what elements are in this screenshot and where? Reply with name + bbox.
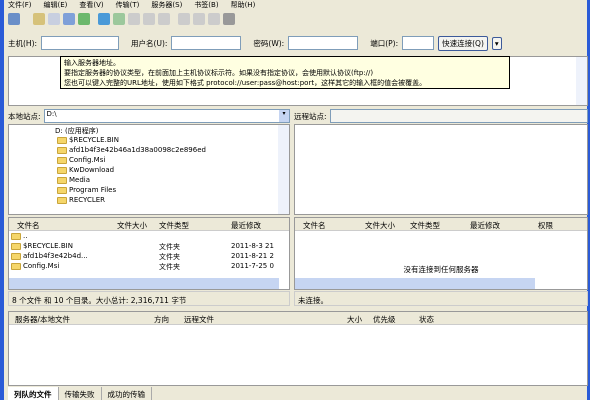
compare-icon[interactable] xyxy=(193,13,205,25)
local-path: D:\ xyxy=(46,110,57,118)
tab-successful-transfers[interactable]: 成功的传输 xyxy=(102,387,152,400)
refresh-icon[interactable] xyxy=(98,13,110,25)
col-modified[interactable]: 最近修改 xyxy=(231,220,261,231)
toolbar xyxy=(8,11,235,27)
remote-status: 未连接。 xyxy=(294,291,588,306)
remote-path-input[interactable] xyxy=(329,109,588,123)
toggle-queue-icon[interactable] xyxy=(78,13,90,25)
not-connected-message: 没有连接到任何服务器 xyxy=(403,265,479,274)
pass-label: 密码(W): xyxy=(253,38,285,48)
toggle-log-icon[interactable] xyxy=(33,13,45,25)
local-site-label: 本地站点: xyxy=(8,111,41,121)
menu-transfer[interactable]: 传输(T) xyxy=(116,0,140,10)
process-queue-icon[interactable] xyxy=(113,13,125,25)
menu-bar: 文件(F) 编辑(E) 查看(V) 传输(T) 服务器(S) 书签(B) 帮助(… xyxy=(8,0,255,10)
toggle-tree-icon[interactable] xyxy=(48,13,60,25)
menu-server[interactable]: 服务器(S) xyxy=(151,0,182,10)
port-label: 端口(P): xyxy=(370,38,399,48)
tree-scrollbar[interactable] xyxy=(278,125,289,214)
col-priority[interactable]: 优先级 xyxy=(373,314,396,325)
menu-bookmarks[interactable]: 书签(B) xyxy=(194,0,218,10)
tree-item[interactable]: afd1b4f3e42b46a1d38a0098c2e896ed xyxy=(45,145,289,155)
menu-edit[interactable]: 编辑(E) xyxy=(44,0,68,10)
col-remote-file[interactable]: 远程文件 xyxy=(184,314,214,325)
sync-browse-icon[interactable] xyxy=(208,13,220,25)
chevron-down-icon[interactable]: ▾ xyxy=(279,110,289,122)
tree-item[interactable]: $RECYCLE.BIN xyxy=(45,135,289,145)
file-row[interactable]: Config.Msi 文件夹 2011-7-25 0 xyxy=(9,261,289,271)
col-size[interactable]: 大小 xyxy=(347,314,362,325)
col-filename[interactable]: 文件名 xyxy=(303,220,326,231)
col-modified[interactable]: 最近修改 xyxy=(470,220,500,231)
tree-item[interactable]: Media xyxy=(45,175,289,185)
site-manager-icon[interactable] xyxy=(8,13,20,25)
tab-failed-transfers[interactable]: 传输失败 xyxy=(59,387,102,400)
local-path-input[interactable]: D:\ ▾ xyxy=(43,109,290,123)
file-row[interactable]: .. xyxy=(9,231,289,241)
disconnect-icon[interactable] xyxy=(143,13,155,25)
menu-help[interactable]: 帮助(H) xyxy=(231,0,256,10)
filter-icon[interactable] xyxy=(178,13,190,25)
remote-site-label: 远程站点: xyxy=(294,111,327,121)
file-row[interactable]: $RECYCLE.BIN 文件夹 2011-8-3 21 xyxy=(9,241,289,251)
quickconnect-button[interactable]: 快速连接(Q) xyxy=(438,35,488,51)
user-label: 用户名(U): xyxy=(131,38,168,48)
col-direction[interactable]: 方向 xyxy=(154,314,169,325)
tree-item[interactable]: Program Files xyxy=(45,185,289,195)
filezilla-window: 文件(F) 编辑(E) 查看(V) 传输(T) 服务器(S) 书签(B) 帮助(… xyxy=(0,0,590,400)
queue-tabs: 列队的文件 传输失败 成功的传输 xyxy=(8,387,152,400)
cancel-icon[interactable] xyxy=(128,13,140,25)
tooltip-line: 您也可以键入完整的URL地址，使用如下格式 protocol://user:pa… xyxy=(64,79,427,87)
port-input[interactable] xyxy=(402,36,435,50)
transfer-queue: 服务器/本地文件 方向 远程文件 大小 优先级 状态 xyxy=(8,311,588,386)
menu-file[interactable]: 文件(F) xyxy=(8,0,32,10)
col-filename[interactable]: 文件名 xyxy=(17,220,40,231)
local-file-list: 文件名 文件大小 文件类型 最近修改 .. $RECYCLE.BIN 文件夹 2011-8… xyxy=(8,217,290,290)
remote-file-list: 文件名 文件大小 文件类型 最近修改 权限 没有连接到任何服务器 xyxy=(294,217,588,290)
col-size[interactable]: 文件大小 xyxy=(365,220,395,231)
horizontal-scrollbar[interactable] xyxy=(9,278,279,289)
tree-item[interactable]: KwDownload xyxy=(45,165,289,175)
local-site-bar: 本地站点: D:\ ▾ xyxy=(8,109,290,123)
remote-tree xyxy=(294,124,588,215)
toggle-remote-tree-icon[interactable] xyxy=(63,13,75,25)
host-tooltip: 输入服务器地址。 要指定服务器的协议类型，在前面加上主机协议标示符。如果没有指定… xyxy=(60,56,510,89)
search-icon[interactable] xyxy=(223,13,235,25)
remote-site-bar: 远程站点: xyxy=(294,109,588,123)
file-row[interactable]: afd1b4f3e42b4d... 文件夹 2011-8-21 2 xyxy=(9,251,289,261)
password-input[interactable] xyxy=(288,36,359,50)
col-size[interactable]: 文件大小 xyxy=(117,220,147,231)
reconnect-icon[interactable] xyxy=(158,13,170,25)
col-permissions[interactable]: 权限 xyxy=(538,220,553,231)
user-input[interactable] xyxy=(171,36,242,50)
tree-item[interactable]: D: (应用程序) xyxy=(45,125,289,135)
tooltip-line: 输入服务器地址。 xyxy=(64,59,120,67)
tab-queued-files[interactable]: 列队的文件 xyxy=(8,387,59,400)
col-type[interactable]: 文件类型 xyxy=(159,220,189,231)
col-type[interactable]: 文件类型 xyxy=(410,220,440,231)
tooltip-line: 要指定服务器的协议类型，在前面加上主机协议标示符。如果没有指定协议，会使用默认协… xyxy=(64,69,374,77)
local-status: 8 个文件 和 10 个目录。大小总计: 2,316,711 字节 xyxy=(8,291,290,306)
col-local-file[interactable]: 服务器/本地文件 xyxy=(15,314,70,325)
local-tree: D: (应用程序) $RECYCLE.BIN afd1b4f3e42b46a1d… xyxy=(8,124,290,215)
col-status[interactable]: 状态 xyxy=(419,314,434,325)
quickconnect-bar: 主机(H): 用户名(U): 密码(W): 端口(P): 快速连接(Q) ▾ xyxy=(8,34,502,52)
quickconnect-dropdown-icon[interactable]: ▾ xyxy=(491,36,502,50)
host-label: 主机(H): xyxy=(8,38,38,48)
horizontal-scrollbar[interactable] xyxy=(295,278,535,289)
tree-item[interactable]: Config.Msi xyxy=(45,155,289,165)
tree-item[interactable]: RECYCLER xyxy=(45,195,289,205)
host-input[interactable] xyxy=(41,36,120,50)
menu-view[interactable]: 查看(V) xyxy=(79,0,103,10)
